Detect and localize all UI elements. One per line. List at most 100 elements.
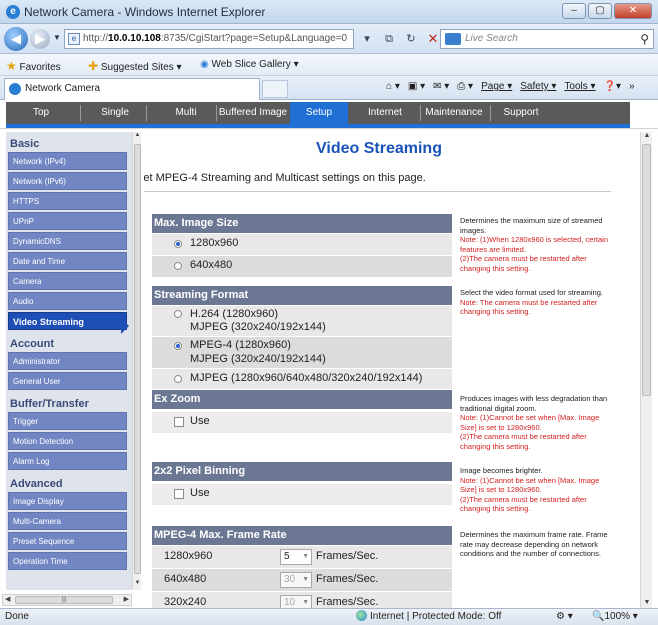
sidebar-item-preset-sequence[interactable]: Preset Sequence xyxy=(8,532,127,550)
radio-mjpeg[interactable] xyxy=(174,375,182,383)
tab-maintenance[interactable]: Maintenance xyxy=(422,102,486,124)
sidebar-section-basic: Basic xyxy=(10,138,40,150)
home-icon[interactable]: ⌂ ▾ xyxy=(386,81,400,92)
note-max-image-size: Determines the maximum size of streamed … xyxy=(460,216,610,273)
sidebar-horizontal-scrollbar[interactable]: ◀ ||| ▶ xyxy=(2,594,132,606)
chevron-down-icon: ▼ xyxy=(302,599,309,606)
safety-menu[interactable]: Safety ▾ xyxy=(520,81,556,92)
sidebar-item-alarm-log[interactable]: Alarm Log xyxy=(8,452,127,470)
mail-icon[interactable]: ✉ ▾ xyxy=(433,81,449,92)
frame-rate-select-320x240[interactable]: 10 ▼ xyxy=(280,595,312,608)
refresh-icon[interactable]: ↻ xyxy=(402,29,420,49)
horizontal-scroll-thumb[interactable]: ||| xyxy=(15,596,113,604)
tab-multi[interactable]: Multi xyxy=(156,102,216,124)
sidebar-item-motion-detection[interactable]: Motion Detection xyxy=(8,432,127,450)
search-input[interactable]: Live Search ⚲ xyxy=(440,29,654,49)
forward-button[interactable]: ▶ xyxy=(30,29,50,49)
web-slice-icon: ◉ xyxy=(200,59,209,70)
select-value: 10 xyxy=(284,597,296,608)
minimize-button[interactable]: – xyxy=(562,3,586,19)
zoom-control[interactable]: 🔍100% ▾ xyxy=(592,609,638,625)
new-tab-button[interactable] xyxy=(262,80,288,98)
note-text: Produces images with less degradation th… xyxy=(460,394,608,413)
sidebar-item-date-and-time[interactable]: Date and Time xyxy=(8,252,127,270)
sidebar-section-advanced: Advanced xyxy=(10,478,63,490)
sidebar-item-administrator[interactable]: Administrator xyxy=(8,352,127,370)
scroll-up-icon[interactable]: ▲ xyxy=(641,132,653,139)
main-scrollbar[interactable]: ▲ ▼ xyxy=(640,132,652,608)
sidebar-item-video-streaming[interactable]: Video Streaming xyxy=(8,312,127,330)
more-chevron-icon[interactable]: » xyxy=(629,81,635,92)
radio-h264[interactable] xyxy=(174,310,182,318)
back-button[interactable]: ◀ xyxy=(4,27,28,51)
scroll-right-icon[interactable]: ▶ xyxy=(124,595,129,603)
radio-640x480[interactable] xyxy=(174,262,182,270)
label-1280x960: 1280x960 xyxy=(190,237,239,249)
window-title: Network Camera - Windows Internet Explor… xyxy=(24,5,266,19)
search-icon[interactable]: ⚲ xyxy=(640,30,649,48)
favorites-button[interactable]: ★ Favorites xyxy=(6,59,61,73)
close-button[interactable]: ✕ xyxy=(614,3,652,19)
option-row-ex-zoom: Use xyxy=(152,412,452,433)
option-row-640x480: 640x480 xyxy=(152,256,452,277)
tools-menu[interactable]: Tools ▾ xyxy=(564,81,595,92)
radio-mpeg4[interactable] xyxy=(174,342,182,350)
checkbox-ex-zoom[interactable] xyxy=(174,417,184,427)
frame-rate-select-640x480[interactable]: 30 ▼ xyxy=(280,572,312,588)
history-dropdown-icon[interactable]: ▼ xyxy=(53,33,61,42)
compatibility-icon[interactable]: ⧉ xyxy=(380,29,398,49)
web-slice-gallery-button[interactable]: ◉ Web Slice Gallery ▾ xyxy=(200,59,299,70)
sidebar-item-multi-camera[interactable]: Multi-Camera xyxy=(8,512,127,530)
tab-buffered-image[interactable]: Buffered Image xyxy=(218,102,288,124)
checkbox-pixel-binning[interactable] xyxy=(174,489,184,499)
sidebar-item-https[interactable]: HTTPS xyxy=(8,192,127,210)
nav-divider xyxy=(80,105,81,121)
scroll-left-icon[interactable]: ◀ xyxy=(5,595,10,603)
radio-1280x960[interactable] xyxy=(174,240,182,248)
label-ex-zoom-use: Use xyxy=(190,415,210,427)
suggested-sites-button[interactable]: ✚ Suggested Sites ▾ xyxy=(88,59,181,73)
sidebar-item-upnp[interactable]: UPnP xyxy=(8,212,127,230)
divider xyxy=(144,191,611,192)
sidebar-item-general-user[interactable]: General User xyxy=(8,372,127,390)
address-dropdown-icon[interactable]: ▾ xyxy=(358,29,376,49)
security-zone-label: Internet | Protected Mode: Off xyxy=(370,611,502,622)
protected-mode-icon[interactable]: ⚙ ▾ xyxy=(556,609,573,625)
page-menu[interactable]: Page ▾ xyxy=(481,81,512,92)
address-bar[interactable]: e http://10.0.10.108:8735/CgiStart?page=S… xyxy=(64,29,354,49)
scroll-down-icon[interactable]: ▼ xyxy=(133,580,142,590)
security-zone[interactable]: Internet | Protected Mode: Off xyxy=(356,609,501,625)
browser-tab[interactable]: Network Camera xyxy=(4,78,260,100)
help-icon[interactable]: ❓▾ xyxy=(604,81,621,92)
scroll-up-icon[interactable]: ▲ xyxy=(133,132,142,142)
sidebar-item-dynamicdns[interactable]: DynamicDNS xyxy=(8,232,127,250)
sidebar-item-network-ipv6[interactable]: Network (IPv6) xyxy=(8,172,127,190)
sidebar-item-camera[interactable]: Camera xyxy=(8,272,127,290)
tab-top[interactable]: Top xyxy=(6,102,76,124)
sidebar-item-audio[interactable]: Audio xyxy=(8,292,127,310)
print-icon[interactable]: ⎙ ▾ xyxy=(457,81,473,92)
sidebar-section-account: Account xyxy=(10,338,54,350)
tab-single[interactable]: Single xyxy=(88,102,142,124)
sidebar-item-operation-time[interactable]: Operation Time xyxy=(8,552,127,570)
tab-setup[interactable]: Setup xyxy=(290,102,348,124)
label-h264-line2: MJPEG (320x240/192x144) xyxy=(190,321,326,333)
sidebar-section-buffer-transfer: Buffer/Transfer xyxy=(10,398,89,410)
option-row-pixel-binning: Use xyxy=(152,484,452,505)
main-scroll-thumb[interactable] xyxy=(642,144,651,396)
sidebar-item-image-display[interactable]: Image Display xyxy=(8,492,127,510)
feeds-icon[interactable]: ▣ ▾ xyxy=(408,81,425,92)
tab-internet[interactable]: Internet xyxy=(352,102,418,124)
frame-rate-select-1280x960[interactable]: 5 ▼ xyxy=(280,549,312,565)
note-streaming-format: Select the video format used for streami… xyxy=(460,288,610,317)
sidebar-scroll-thumb[interactable] xyxy=(134,144,141,574)
sidebar-item-trigger[interactable]: Trigger xyxy=(8,412,127,430)
tab-support[interactable]: Support xyxy=(494,102,548,124)
option-row-h264: H.264 (1280x960) MJPEG (320x240/192x144) xyxy=(152,306,452,336)
sidebar-item-network-ipv4[interactable]: Network (IPv4) xyxy=(8,152,127,170)
sidebar-scrollbar[interactable]: ▲ ▼ xyxy=(132,132,141,590)
frame-rate-res: 640x480 xyxy=(164,573,207,585)
option-row-1280x960: 1280x960 xyxy=(152,234,452,255)
scroll-down-icon[interactable]: ▼ xyxy=(641,599,653,606)
maximize-button[interactable]: ▢ xyxy=(588,3,612,19)
